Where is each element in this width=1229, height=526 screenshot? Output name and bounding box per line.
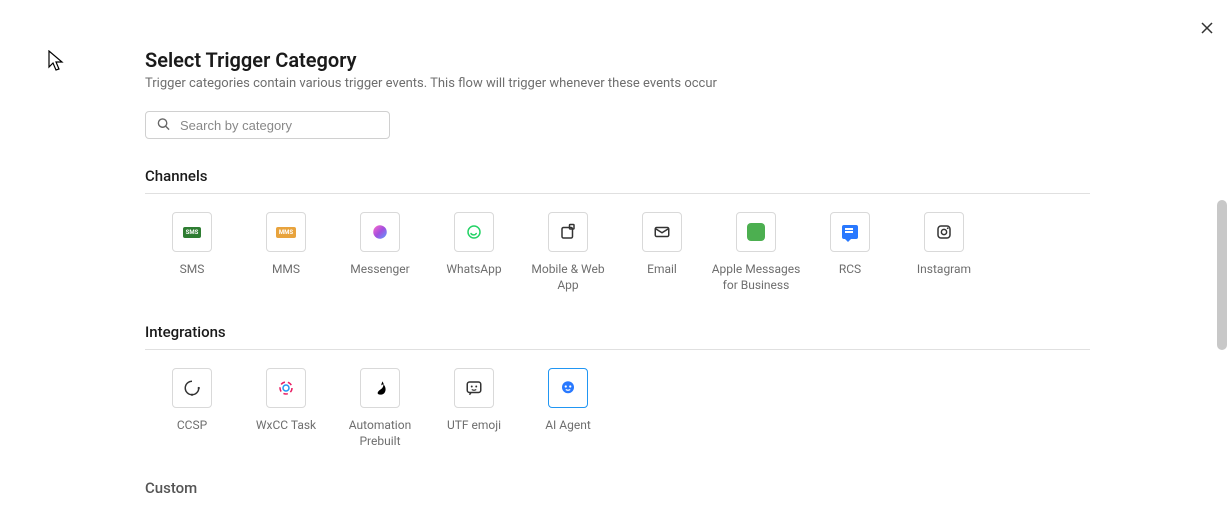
page-subtitle: Trigger categories contain various trigg… [145,76,1090,91]
modal-header: Select Trigger Category Trigger categori… [145,48,1090,91]
channels-grid: SMS SMS MMS MMS [145,212,1090,293]
section-channels: Channels SMS SMS MMS MMS [145,167,1090,293]
tile-label: WhatsApp [446,262,501,278]
tile-label: Mobile & Web App [523,262,613,293]
ai-agent-icon [548,368,588,408]
tile-wxcc-task[interactable]: WxCC Task [239,368,333,449]
modal-content: Select Trigger Category Trigger categori… [0,0,1090,505]
tile-label: UTF emoji [447,418,501,434]
close-icon [1201,22,1213,34]
tile-label: MMS [272,262,300,278]
tile-ccsp[interactable]: CCSP [145,368,239,449]
tile-label: RCS [839,262,861,278]
scrollbar-thumb[interactable] [1217,200,1227,350]
tile-automation-prebuilt[interactable]: Automation Prebuilt [333,368,427,449]
tile-messenger[interactable]: Messenger [333,212,427,293]
tile-label: Automation Prebuilt [335,418,425,449]
mms-icon: MMS [266,212,306,252]
wxcc-icon [266,368,306,408]
tile-apple-messages[interactable]: Apple Messages for Business [709,212,803,293]
section-title-custom: Custom [145,479,1090,505]
section-integrations: Integrations CCSP [145,323,1090,449]
tile-label: SMS [180,262,205,278]
tile-label: Email [647,262,677,278]
ccsp-icon [172,368,212,408]
whatsapp-icon [454,212,494,252]
tile-ai-agent[interactable]: AI Agent [521,368,615,449]
messenger-icon [360,212,400,252]
apple-messages-icon [736,212,776,252]
tile-label: Messenger [350,262,409,278]
tile-email[interactable]: Email [615,212,709,293]
search-input[interactable] [145,111,390,139]
email-icon [642,212,682,252]
page-title: Select Trigger Category [145,48,1090,72]
tile-rcs[interactable]: RCS [803,212,897,293]
section-custom: Custom [145,479,1090,505]
automation-icon [360,368,400,408]
tile-mms[interactable]: MMS MMS [239,212,333,293]
tile-label: Apple Messages for Business [711,262,801,293]
tile-label: WxCC Task [256,418,316,434]
tile-label: AI Agent [545,418,591,434]
mobile-web-icon [548,212,588,252]
search-wrapper [145,111,390,139]
tile-utf-emoji[interactable]: UTF emoji [427,368,521,449]
sms-icon: SMS [172,212,212,252]
tile-mobile-web[interactable]: Mobile & Web App [521,212,615,293]
tile-label: CCSP [177,418,207,434]
tile-label: Instagram [917,262,971,278]
tile-whatsapp[interactable]: WhatsApp [427,212,521,293]
section-title-channels: Channels [145,167,1090,194]
rcs-icon [830,212,870,252]
integrations-grid: CCSP WxCC Task Automation Prebuilt [145,368,1090,449]
emoji-icon [454,368,494,408]
section-title-integrations: Integrations [145,323,1090,350]
instagram-icon [924,212,964,252]
scrollbar[interactable] [1213,0,1227,526]
tile-sms[interactable]: SMS SMS [145,212,239,293]
tile-instagram[interactable]: Instagram [897,212,991,293]
